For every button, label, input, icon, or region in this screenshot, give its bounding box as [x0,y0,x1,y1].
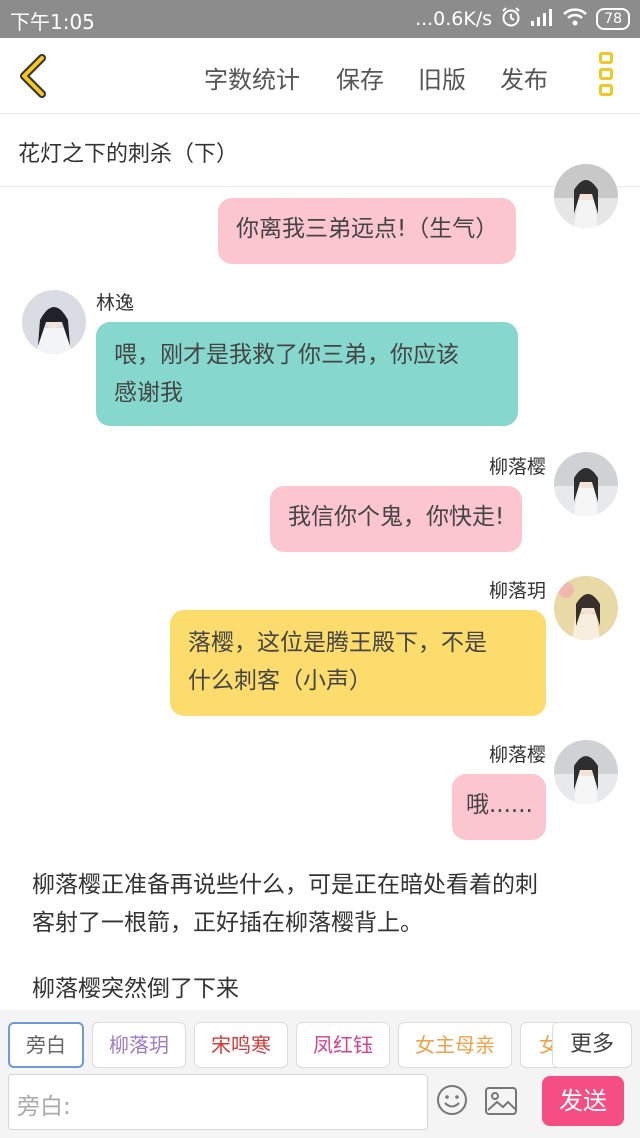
avatar-liu-luoying[interactable] [554,452,618,516]
narration-line: 柳落樱突然倒了下来 [32,976,239,1002]
role-chip[interactable]: 柳落玥 [92,1022,186,1068]
send-button[interactable]: 发送 [542,1076,624,1126]
wifi-icon [562,7,588,32]
role-chip[interactable]: 宋鸣寒 [194,1022,288,1068]
save-button[interactable]: 保存 [336,60,384,95]
image-icon [485,1087,517,1115]
publish-button[interactable]: 发布 [500,60,548,95]
message-input[interactable]: 旁白: [8,1074,428,1130]
chat-bubble[interactable]: 喂，刚才是我救了你三弟，你应该 感谢我 [96,322,518,426]
chat-bubble[interactable]: 你离我三弟远点!（生气） [218,198,517,264]
role-label: 宋鸣寒 [211,1033,271,1057]
more-options-button[interactable] [596,52,616,102]
emoji-button[interactable] [436,1084,468,1116]
avatar-lin-yi[interactable] [22,290,86,354]
bubble-line: 感谢我 [114,380,183,406]
avatar-liu-luoyue[interactable] [554,576,618,640]
speaker-name: 林逸 [96,292,135,314]
narration-block[interactable]: 柳落樱正准备再说些什么，可是正在暗处看着的刺 客射了一根箭，正好插在柳落樱背上。 [32,866,612,942]
more-roles-button[interactable]: 更多 [552,1022,632,1068]
narration-line: 柳落樱正准备再说些什么，可是正在暗处看着的刺 [32,872,538,898]
role-selector-bar: 旁白 柳落玥 宋鸣寒 凤红钰 女主母亲 女 更多 [0,1010,640,1074]
word-count-button[interactable]: 字数统计 [204,60,300,95]
role-label: 女主母亲 [415,1033,495,1057]
role-chip-narrator[interactable]: 旁白 [8,1022,84,1068]
battery-indicator: 78 [596,8,630,30]
status-bar: 下午1:05 ...0.6K/s 78 [0,0,640,38]
bubble-line: 落樱，这位是腾王殿下，不是 [188,630,487,656]
avatar-liu-luoying[interactable] [554,740,618,804]
chat-bubble[interactable]: 落樱，这位是腾王殿下，不是 什么刺客（小声） [170,610,546,716]
speaker-name: 柳落玥 [488,580,546,602]
menu-square-icon [599,68,613,80]
bubble-line: 喂，刚才是我救了你三弟，你应该 [114,342,459,368]
avatar-liu-luoying[interactable] [554,164,618,228]
menu-square-icon [599,84,613,96]
narration-line: 客射了一根箭，正好插在柳落樱背上。 [32,910,423,936]
image-button[interactable] [484,1086,518,1116]
speaker-name: 柳落樱 [488,744,546,766]
role-chip[interactable]: 凤红钰 [296,1022,390,1068]
role-label: 旁白 [26,1033,66,1057]
back-button[interactable] [12,52,56,100]
bubble-line: 什么刺客（小声） [188,668,372,694]
editor-toolbar: 字数统计 保存 旧版 发布 [0,38,640,114]
role-chip[interactable]: 女主母亲 [398,1022,512,1068]
signal-icon [530,7,554,32]
menu-square-icon [599,52,613,64]
status-right: ...0.6K/s 78 [415,6,630,32]
status-time: 下午1:05 [10,10,95,34]
speaker-name: 柳落樱 [488,456,546,478]
chat-bubble[interactable]: 我信你个鬼，你快走! [270,486,523,552]
title-divider [0,186,640,187]
role-label: 柳落玥 [109,1033,169,1057]
narration-block[interactable]: 柳落樱突然倒了下来 [32,970,612,1008]
chevron-left-icon [20,54,46,98]
chapter-title[interactable]: 花灯之下的刺杀（下） [18,136,238,168]
chat-bubble[interactable]: 哦...... [452,774,546,840]
smiley-icon [437,1085,467,1115]
network-speed: ...0.6K/s [415,8,493,30]
alarm-icon [500,6,522,33]
old-version-button[interactable]: 旧版 [418,60,466,95]
input-bar: 旁白: 发送 [0,1074,640,1138]
role-label: 凤红钰 [313,1033,373,1057]
